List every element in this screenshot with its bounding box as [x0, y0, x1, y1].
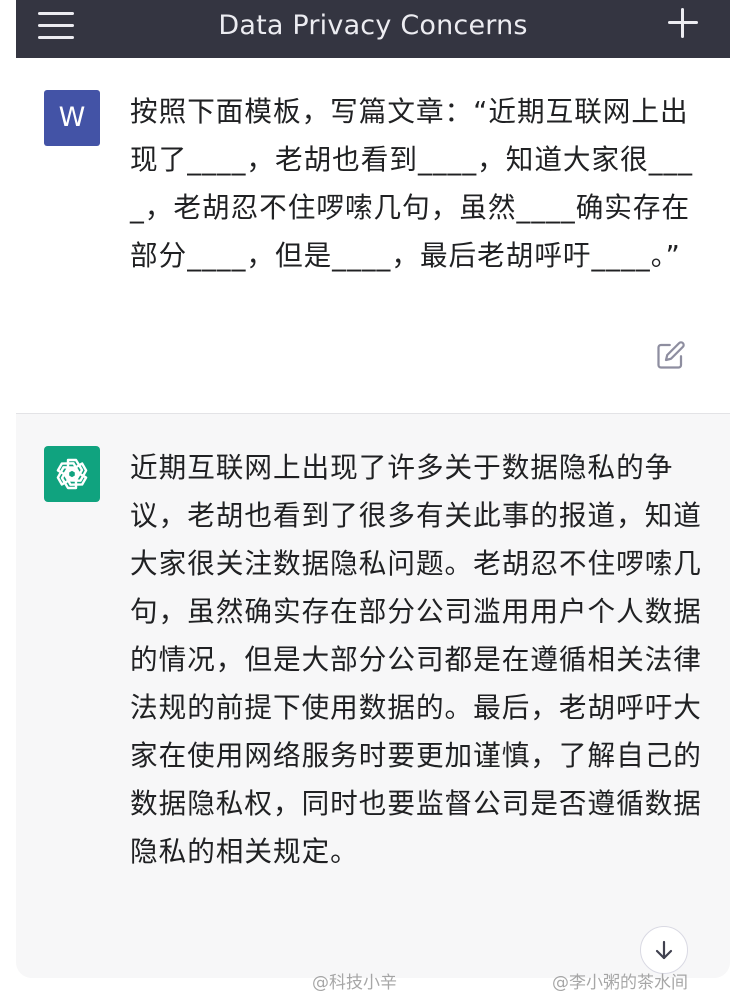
watermarks: @科技小辛 @李小粥的茶水间: [0, 968, 748, 998]
top-bar: Data Privacy Concerns: [16, 0, 730, 58]
openai-logo-icon: [44, 446, 100, 502]
user-message-text: 按照下面模板，写篇文章：“近期互联网上出现了____，老胡也看到____，知道大…: [130, 95, 694, 272]
conversation-title: Data Privacy Concerns: [218, 10, 528, 41]
scroll-to-bottom-button[interactable]: [640, 926, 688, 974]
watermark-right: @李小粥的茶水间: [552, 973, 688, 993]
user-message: W 按照下面模板，写篇文章：“近期互联网上出现了____，老胡也看到____，知…: [16, 58, 730, 414]
user-avatar: W: [44, 90, 100, 146]
assistant-message-text: 近期互联网上出现了许多关于数据隐私的争议，老胡也看到了很多有关此事的报道，知道大…: [130, 451, 702, 868]
edit-icon[interactable]: [656, 340, 688, 372]
chat-window: Data Privacy Concerns W 按照下面模板，写篇文章：“近期互…: [16, 0, 730, 978]
page: Data Privacy Concerns W 按照下面模板，写篇文章：“近期互…: [0, 0, 748, 998]
arrow-down-icon: [655, 940, 673, 960]
watermark-left: @科技小辛: [312, 973, 397, 993]
new-chat-plus-icon[interactable]: [668, 8, 698, 38]
assistant-message: 近期互联网上出现了许多关于数据隐私的争议，老胡也看到了很多有关此事的报道，知道大…: [16, 414, 730, 978]
